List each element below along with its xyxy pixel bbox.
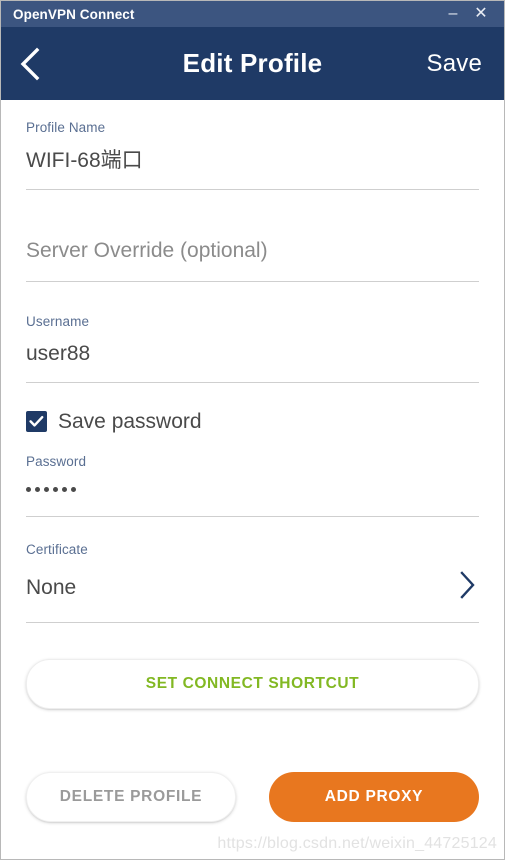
field-username[interactable]: Username user88 <box>26 282 479 383</box>
watermark-text: https://blog.csdn.net/weixin_44725124 <box>217 835 497 852</box>
certificate-label: Certificate <box>26 541 88 557</box>
back-button[interactable] <box>19 41 61 87</box>
openvpn-connect-window: OpenVPN Connect – ✕ Edit Profile Save Pr… <box>0 0 505 860</box>
delete-profile-label: DELETE PROFILE <box>59 788 203 805</box>
password-dot <box>44 487 49 492</box>
field-password[interactable]: Password <box>26 432 479 517</box>
chevron-right-icon <box>460 571 475 599</box>
password-dot <box>53 487 58 492</box>
chevron-left-icon <box>20 47 40 80</box>
username-underline <box>26 382 479 383</box>
password-input[interactable] <box>26 484 479 496</box>
server-override-input[interactable]: Server Override (optional) <box>26 240 479 261</box>
app-header: Edit Profile Save <box>1 27 504 100</box>
password-dot <box>71 487 76 492</box>
certificate-chevron-button[interactable] <box>458 570 476 605</box>
bottom-action-row: DELETE PROFILE ADD PROXY <box>26 772 479 822</box>
field-server-override[interactable]: Server Override (optional) <box>26 190 479 282</box>
field-profile-name[interactable]: Profile Name WIFI-68端口 <box>26 100 479 190</box>
certificate-value: None <box>26 576 77 599</box>
username-label: Username <box>26 313 90 329</box>
close-button[interactable]: ✕ <box>468 3 494 25</box>
profile-name-input[interactable]: WIFI-68端口 <box>26 150 479 171</box>
window-title: OpenVPN Connect <box>13 6 135 22</box>
add-proxy-button[interactable]: ADD PROXY <box>269 772 479 822</box>
edit-profile-form: Profile Name WIFI-68端口 Server Override (… <box>1 100 504 859</box>
password-dot <box>35 487 40 492</box>
save-password-checkbox-row[interactable]: Save password <box>26 411 202 432</box>
password-dot <box>26 487 31 492</box>
password-dot <box>62 487 67 492</box>
certificate-row[interactable]: None <box>26 570 479 605</box>
save-password-checkbox[interactable] <box>26 411 47 432</box>
profile-name-label: Profile Name <box>26 120 106 135</box>
field-certificate[interactable]: Certificate None <box>26 517 479 623</box>
certificate-underline <box>26 622 479 623</box>
check-icon <box>29 416 44 427</box>
minimize-button[interactable]: – <box>440 3 466 25</box>
window-titlebar: OpenVPN Connect – ✕ <box>1 1 504 27</box>
save-button[interactable]: Save <box>426 50 482 78</box>
username-input[interactable]: user88 <box>26 343 479 364</box>
add-proxy-label: ADD PROXY <box>324 788 424 805</box>
set-connect-shortcut-button[interactable]: SET CONNECT SHORTCUT <box>26 659 479 709</box>
save-password-label: Save password <box>58 410 202 433</box>
set-connect-shortcut-label: SET CONNECT SHORTCUT <box>145 675 360 692</box>
password-label: Password <box>26 454 87 469</box>
delete-profile-button[interactable]: DELETE PROFILE <box>26 772 236 822</box>
